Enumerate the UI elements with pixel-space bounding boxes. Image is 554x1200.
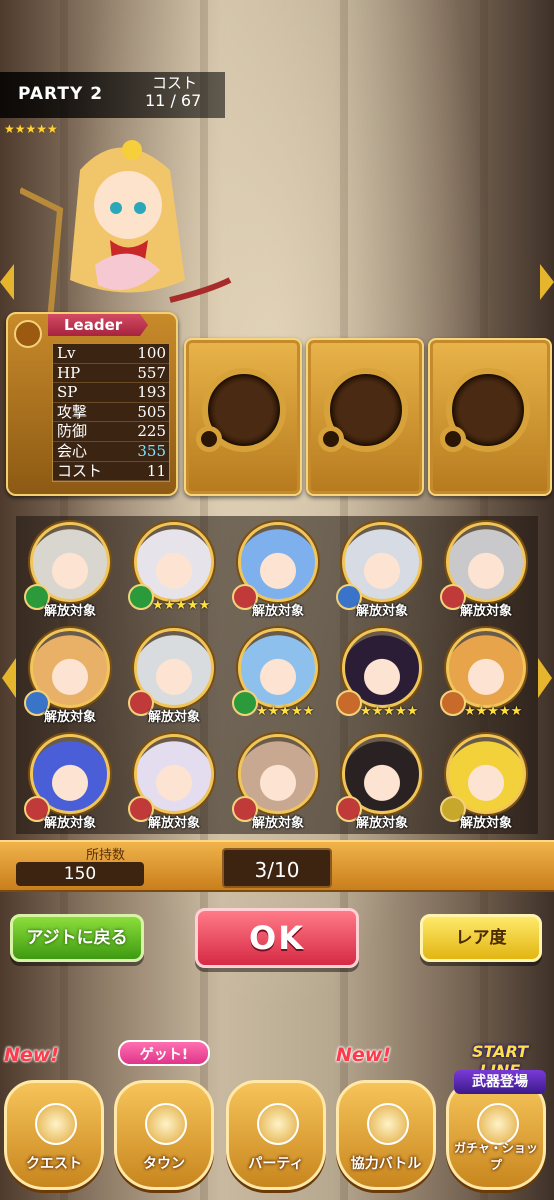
unit-card[interactable]: 解放対象: [440, 518, 532, 626]
stat-row-1: HP 557: [53, 364, 169, 384]
stat-row-2: SP 193: [53, 383, 169, 403]
quest-icon: [35, 1103, 77, 1145]
stat-value: 355: [137, 441, 166, 460]
stat-row-6: コスト 11: [53, 462, 169, 482]
unit-release-label: 解放対象: [252, 816, 305, 831]
stat-key: HP: [57, 363, 81, 382]
prev-page-arrow[interactable]: [2, 658, 16, 698]
town-icon: [145, 1103, 187, 1145]
nav-gacha-shop[interactable]: ガチャ・ショップ: [446, 1080, 546, 1190]
party-slot-4[interactable]: [428, 338, 552, 496]
party-slot-3[interactable]: [306, 338, 424, 496]
new-badge-coop: New!: [336, 1044, 392, 1066]
stat-row-0: Lv 100: [53, 344, 169, 364]
weapon-type-icon: [440, 690, 466, 716]
stat-value: 225: [137, 422, 166, 441]
page-indicator: 3/10: [222, 848, 332, 888]
party-icon: [257, 1103, 299, 1145]
sort-rarity-button[interactable]: レア度: [420, 914, 542, 962]
unit-release-label: 解放対象: [44, 710, 97, 725]
stat-key: 会心: [57, 441, 88, 460]
unit-card[interactable]: 解放対象: [440, 730, 532, 838]
unit-card[interactable]: 解放対象: [128, 730, 220, 838]
party-header: PARTY 2 コスト 11 / 67: [0, 72, 225, 118]
unit-release-label: 解放対象: [356, 816, 409, 831]
stat-value: 11: [146, 461, 166, 480]
stat-value: 193: [137, 383, 166, 402]
unit-card[interactable]: 解放対象: [336, 730, 428, 838]
unit-release-label: 解放対象: [356, 604, 409, 619]
stat-key: Lv: [57, 344, 76, 362]
leader-character-art: [20, 140, 232, 321]
stat-value: 557: [137, 363, 166, 382]
stat-row-3: 攻撃 505: [53, 403, 169, 423]
unit-rarity-stars: ★★★★★: [256, 704, 315, 719]
nav-quest[interactable]: クエスト: [4, 1080, 104, 1190]
ok-button[interactable]: OK: [195, 908, 359, 968]
unit-rarity-stars: ★★★★★: [360, 704, 419, 719]
nav-party[interactable]: パーティ: [226, 1080, 326, 1190]
prev-party-arrow[interactable]: [0, 264, 14, 300]
weapon-type-icon: [128, 584, 154, 610]
nav-gacha-label: ガチャ・ショップ: [454, 1141, 538, 1172]
next-page-arrow[interactable]: [538, 658, 552, 698]
unit-card[interactable]: ★★★★★: [232, 624, 324, 732]
owned-count-label: 所持数: [86, 848, 126, 863]
stat-row-5: 会心 355: [53, 442, 169, 462]
unit-release-label: 解放対象: [252, 604, 305, 619]
unit-card[interactable]: 解放対象: [24, 730, 116, 838]
leader-tag: Leader: [48, 314, 148, 336]
unit-card[interactable]: 解放対象: [232, 730, 324, 838]
get-badge-town: ゲット!: [118, 1040, 210, 1066]
unit-release-label: 解放対象: [148, 710, 201, 725]
unit-card[interactable]: ★★★★★: [128, 518, 220, 626]
unit-card[interactable]: ★★★★★: [336, 624, 428, 732]
party-title: PARTY 2: [18, 84, 104, 104]
weapon-banner: 武器登場: [454, 1070, 546, 1094]
next-party-arrow[interactable]: [540, 264, 554, 300]
shield-icon: [367, 1103, 409, 1145]
stat-key: 防御: [57, 422, 88, 441]
nav-quest-label: クエスト: [26, 1156, 82, 1172]
nav-coop-label: 協力バトル: [350, 1156, 422, 1172]
unit-release-label: 解放対象: [44, 816, 97, 831]
weapon-type-icon: [232, 690, 258, 716]
unit-grid: 解放対象 ★★★★★ 解放対象 解放対象 解放対象 解放対象 解放対象 ★★★★★ ★★★★★ ★…: [16, 516, 538, 834]
cost-value: 11 / 67: [145, 91, 202, 110]
nav-coop-battle[interactable]: 協力バトル: [336, 1080, 436, 1190]
unit-card[interactable]: 解放対象: [336, 518, 428, 626]
unit-rarity-stars: ★★★★★: [152, 598, 211, 613]
stat-key: 攻撃: [57, 402, 88, 421]
unit-card[interactable]: 解放対象: [128, 624, 220, 732]
nav-town[interactable]: タウン: [114, 1080, 214, 1190]
unit-release-label: 解放対象: [460, 604, 513, 619]
leader-stats: Lv 100 HP 557 SP 193 攻撃 505 防御 225 会心 355 コスト 11: [52, 343, 170, 483]
unit-release-label: 解放対象: [148, 816, 201, 831]
unit-release-label: 解放対象: [460, 816, 513, 831]
weapon-type-icon: [336, 690, 362, 716]
new-badge-quest: New!: [4, 1044, 60, 1066]
unit-card[interactable]: ★★★★★: [440, 624, 532, 732]
stat-value: 505: [137, 402, 166, 421]
unit-card[interactable]: 解放対象: [232, 518, 324, 626]
stat-row-4: 防御 225: [53, 422, 169, 442]
nav-party-label: パーティ: [248, 1156, 304, 1172]
stat-key: SP: [57, 383, 78, 402]
unit-card[interactable]: 解放対象: [24, 624, 116, 732]
start-line-logo: START LINE: [471, 1042, 529, 1080]
stat-value: 100: [137, 344, 166, 362]
cost-label: コスト: [152, 74, 198, 92]
back-to-base-button[interactable]: アジトに戻る: [10, 914, 144, 962]
party-slot-2[interactable]: [184, 338, 302, 496]
unit-rarity-stars: ★★★★★: [464, 704, 523, 719]
owned-count-value: 150: [16, 862, 144, 886]
nav-town-label: タウン: [143, 1156, 185, 1172]
unit-release-label: 解放対象: [44, 604, 97, 619]
unit-card[interactable]: 解放対象: [24, 518, 116, 626]
stat-key: コスト: [57, 461, 103, 480]
leader-type-icon: [14, 320, 42, 348]
